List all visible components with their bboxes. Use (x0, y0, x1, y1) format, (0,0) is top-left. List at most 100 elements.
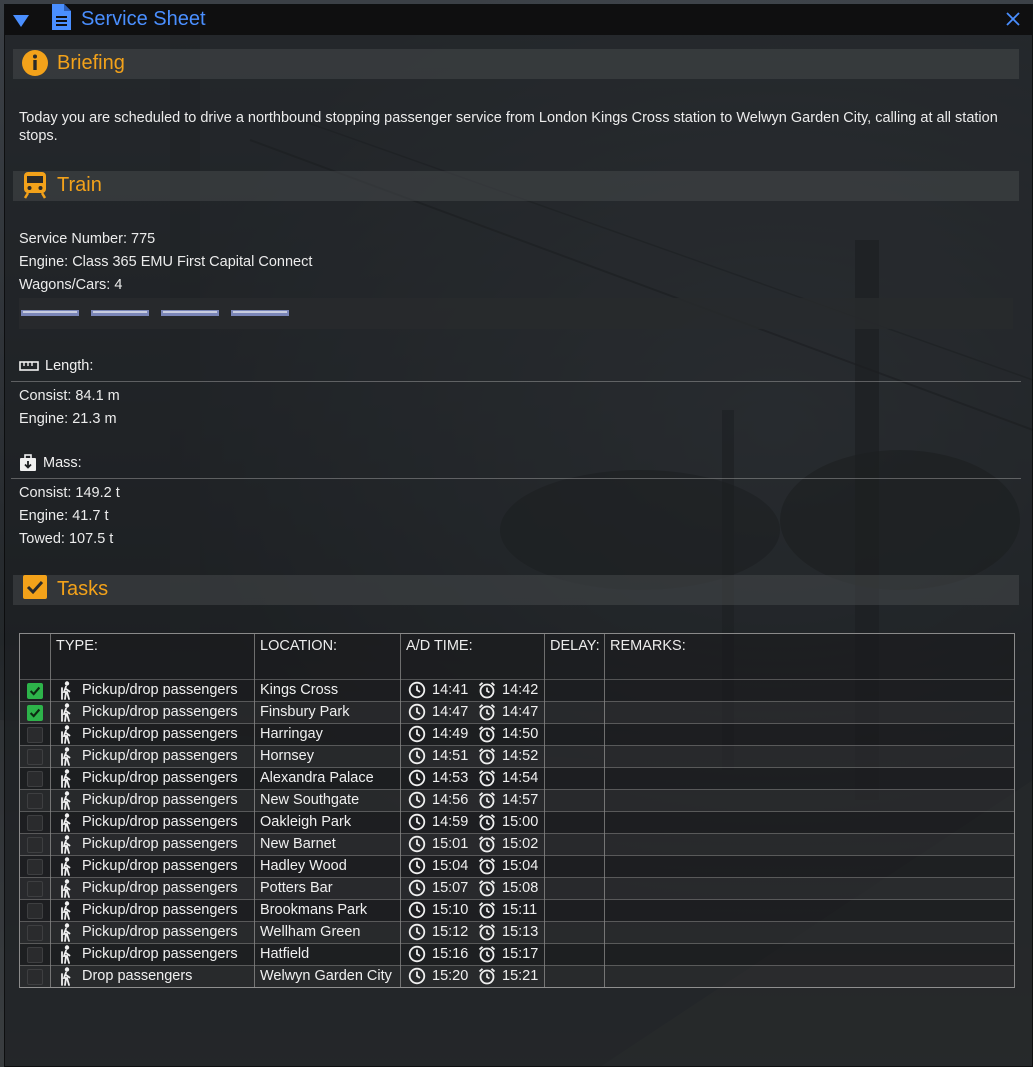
task-checkbox[interactable] (27, 881, 43, 897)
task-location: Wellham Green (260, 924, 361, 940)
arrival-time: 14:49 (432, 726, 469, 742)
task-checkbox[interactable] (27, 771, 43, 787)
task-checkbox[interactable] (27, 727, 43, 743)
task-checkbox[interactable] (27, 815, 43, 831)
alarm-clock-icon (478, 945, 496, 963)
task-row: Pickup/drop passengers Potters Bar 15:07 15… (20, 877, 1014, 900)
arrival-time: 15:07 (432, 880, 469, 896)
departure-time: 14:47 (502, 704, 539, 720)
clock-icon (408, 835, 426, 853)
departure-time: 15:17 (502, 946, 539, 962)
info-icon (22, 50, 48, 76)
passenger-icon (58, 879, 74, 898)
passenger-icon (58, 923, 74, 942)
arrival-time: 15:20 (432, 968, 469, 984)
departure-time: 15:04 (502, 858, 539, 874)
task-checkbox[interactable] (27, 683, 43, 699)
clock-icon (408, 681, 426, 699)
passenger-icon (58, 901, 74, 920)
task-checkbox[interactable] (27, 793, 43, 809)
alarm-clock-icon (478, 879, 496, 897)
arrival-time: 15:01 (432, 836, 469, 852)
wagon-image[interactable] (91, 310, 149, 316)
passenger-icon (58, 857, 74, 876)
wagon-image[interactable] (21, 310, 79, 316)
task-location: Potters Bar (260, 880, 333, 896)
task-location: Hornsey (260, 748, 314, 764)
task-checkbox[interactable] (27, 837, 43, 853)
mass-label: Mass: (43, 455, 82, 471)
clock-icon (408, 813, 426, 831)
task-location: Alexandra Palace (260, 770, 374, 786)
task-location: Finsbury Park (260, 704, 350, 720)
arrival-time: 14:51 (432, 748, 469, 764)
wagons-count: Wagons/Cars: 4 (19, 277, 123, 293)
task-location: Harringay (260, 726, 323, 742)
departure-time: 15:00 (502, 814, 539, 830)
task-checkbox[interactable] (27, 903, 43, 919)
divider (11, 478, 1021, 479)
task-row: Pickup/drop passengers Hatfield 15:16 15:17 (20, 943, 1014, 966)
passenger-icon (58, 769, 74, 788)
task-checkbox[interactable] (27, 925, 43, 941)
departure-time: 15:21 (502, 968, 539, 984)
column-header-time: A/D TIME: (406, 638, 473, 654)
departure-time: 15:02 (502, 836, 539, 852)
task-row: Pickup/drop passengers Alexandra Palace 14… (20, 767, 1014, 790)
passenger-icon (58, 945, 74, 964)
tasks-header: Tasks (13, 575, 1019, 605)
wagon-image[interactable] (161, 310, 219, 316)
close-icon[interactable] (1004, 10, 1022, 28)
alarm-clock-icon (478, 681, 496, 699)
departure-time: 15:11 (502, 902, 538, 918)
task-row: Pickup/drop passengers Hadley Wood 15:04 15… (20, 855, 1014, 878)
service-sheet-window: Service Sheet Briefing Today you are sch… (4, 4, 1033, 1067)
departure-time: 14:42 (502, 682, 539, 698)
collapse-triangle-icon[interactable] (11, 10, 31, 30)
task-type: Drop passengers (82, 968, 193, 984)
task-checkbox[interactable] (27, 859, 43, 875)
task-row: Pickup/drop passengers New Barnet 15:01 15:… (20, 833, 1014, 856)
task-checkbox[interactable] (27, 969, 43, 985)
task-row: Pickup/drop passengers Finsbury Park 14:47… (20, 701, 1014, 724)
task-type: Pickup/drop passengers (82, 704, 238, 720)
task-location: New Barnet (260, 836, 336, 852)
alarm-clock-icon (478, 923, 496, 941)
task-type: Pickup/drop passengers (82, 946, 238, 962)
departure-time: 14:52 (502, 748, 539, 764)
alarm-clock-icon (478, 901, 496, 919)
length-label-row: Length: (19, 358, 93, 374)
length-consist: Consist: 84.1 m (19, 388, 120, 404)
clock-icon (408, 725, 426, 743)
mass-engine: Engine: 41.7 t (19, 508, 109, 524)
task-checkbox[interactable] (27, 705, 43, 721)
task-checkbox[interactable] (27, 749, 43, 765)
passenger-icon (58, 791, 74, 810)
clock-icon (408, 923, 426, 941)
arrival-time: 15:12 (432, 924, 469, 940)
task-location: Brookmans Park (260, 902, 368, 918)
task-row: Pickup/drop passengers New Southgate 14:56… (20, 789, 1014, 812)
arrival-time: 14:41 (432, 682, 469, 698)
column-header-type: TYPE: (56, 638, 98, 654)
passenger-icon (58, 813, 74, 832)
task-checkbox[interactable] (27, 947, 43, 963)
departure-time: 14:54 (502, 770, 539, 786)
task-type: Pickup/drop passengers (82, 748, 238, 764)
task-row: Pickup/drop passengers Brookmans Park 15:1… (20, 899, 1014, 922)
train-icon (23, 172, 47, 199)
wagon-image[interactable] (231, 310, 289, 316)
arrival-time: 14:53 (432, 770, 469, 786)
passenger-icon (58, 703, 74, 722)
title-bar: Service Sheet (5, 4, 1032, 35)
clock-icon (408, 967, 426, 985)
task-row: Pickup/drop passengers Oakleigh Park 14:59… (20, 811, 1014, 834)
mass-label-row: Mass: (19, 454, 82, 472)
alarm-clock-icon (478, 747, 496, 765)
task-location: Hatfield (260, 946, 310, 962)
column-header-delay: DELAY: (550, 638, 600, 654)
alarm-clock-icon (478, 769, 496, 787)
clock-icon (408, 879, 426, 897)
clock-icon (408, 769, 426, 787)
task-location: Oakleigh Park (260, 814, 352, 830)
